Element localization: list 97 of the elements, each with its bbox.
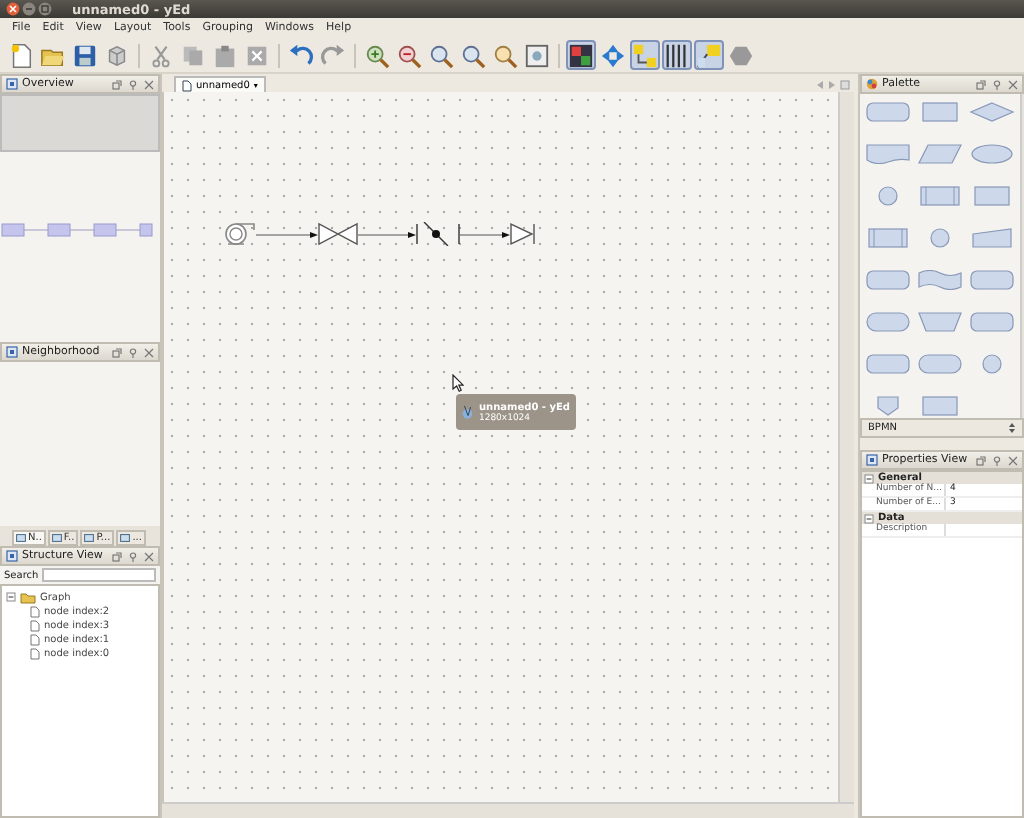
scissors-button[interactable] xyxy=(146,40,176,70)
palette-shape[interactable] xyxy=(866,312,910,332)
undo-icon xyxy=(288,41,314,69)
magnifier-button[interactable] xyxy=(490,40,520,70)
palette-shape[interactable] xyxy=(918,102,962,122)
palette-shape[interactable] xyxy=(866,144,910,164)
float-icon[interactable] xyxy=(112,347,122,357)
float-icon[interactable] xyxy=(976,79,986,89)
pin-icon[interactable] xyxy=(128,79,138,89)
nodes-button[interactable] xyxy=(630,40,660,70)
frame-icon xyxy=(524,41,550,69)
palette-shape[interactable] xyxy=(970,228,1014,248)
palette-shape[interactable] xyxy=(866,270,910,290)
redo-button[interactable] xyxy=(318,40,348,70)
palette-shape[interactable] xyxy=(918,270,962,290)
tab-list-icon[interactable] xyxy=(840,80,850,90)
palette-shape[interactable] xyxy=(970,144,1014,164)
palette-shape[interactable] xyxy=(918,186,962,206)
palette-shape[interactable] xyxy=(918,354,962,374)
search-field[interactable] xyxy=(42,568,156,582)
zoom-out-button[interactable] xyxy=(394,40,424,70)
pin-icon[interactable] xyxy=(128,347,138,357)
pump-symbol[interactable] xyxy=(224,222,256,246)
zoom-in-button[interactable] xyxy=(362,40,392,70)
bars-button[interactable] xyxy=(662,40,692,70)
valve-symbol[interactable] xyxy=(318,222,358,246)
collapse-icon[interactable] xyxy=(864,513,874,523)
hexagon-icon xyxy=(728,41,754,69)
tab-icon xyxy=(16,534,26,542)
left-arrow-icon[interactable] xyxy=(816,80,824,90)
bars-icon xyxy=(664,41,690,69)
collapse-icon[interactable] xyxy=(6,592,16,602)
magnifier-icon xyxy=(428,41,454,69)
palette-shape[interactable] xyxy=(970,312,1014,332)
panel-icon xyxy=(6,78,18,90)
tab-icon xyxy=(84,534,95,542)
panel-icon xyxy=(866,78,878,90)
palette-shape[interactable] xyxy=(918,312,962,332)
palette-shape[interactable] xyxy=(970,102,1014,122)
palette-shape[interactable] xyxy=(970,270,1014,290)
palette-shape[interactable] xyxy=(918,396,962,416)
grid-icon xyxy=(568,41,594,69)
pin-icon[interactable] xyxy=(992,455,1002,465)
clipboard-button[interactable] xyxy=(210,40,240,70)
folder-icon xyxy=(20,591,36,603)
document-icon xyxy=(182,79,192,91)
magnifier-button[interactable] xyxy=(458,40,488,70)
grid-button[interactable] xyxy=(566,40,596,70)
feather-icon xyxy=(462,400,473,424)
pin-icon[interactable] xyxy=(992,79,1002,89)
panel-icon xyxy=(6,346,18,358)
mouse-cursor-icon xyxy=(452,374,464,392)
palette-shape[interactable] xyxy=(866,102,910,122)
edge-arrow xyxy=(460,230,510,240)
palette-shape[interactable] xyxy=(918,144,962,164)
maximize-icon[interactable] xyxy=(38,2,52,16)
cube-icon xyxy=(104,41,130,69)
panel-icon xyxy=(6,550,18,562)
zoom-out-icon xyxy=(396,41,422,69)
diode-symbol[interactable] xyxy=(510,222,536,246)
clipboard-icon xyxy=(212,41,238,69)
undo-button[interactable] xyxy=(286,40,316,70)
redo-icon xyxy=(320,41,346,69)
check-valve-symbol[interactable] xyxy=(416,222,460,246)
horizontal-scrollbar[interactable] xyxy=(162,802,854,818)
float-icon[interactable] xyxy=(976,455,986,465)
vertical-scrollbar[interactable] xyxy=(838,92,854,802)
pin-icon[interactable] xyxy=(128,551,138,561)
float-icon[interactable] xyxy=(112,79,122,89)
edge-arrow xyxy=(358,230,416,240)
arrows-button[interactable] xyxy=(598,40,628,70)
float-icon[interactable] xyxy=(112,551,122,561)
palette-shape[interactable] xyxy=(970,186,1014,206)
new-file-button[interactable] xyxy=(6,40,36,70)
nodes-icon xyxy=(632,41,658,69)
save-button[interactable] xyxy=(70,40,100,70)
palette-shape[interactable] xyxy=(866,228,910,248)
tab-icon xyxy=(120,534,131,542)
save-icon xyxy=(72,41,98,69)
label-icon xyxy=(696,41,722,69)
magnifier-button[interactable] xyxy=(426,40,456,70)
magnifier-icon xyxy=(492,41,518,69)
edge-arrow xyxy=(256,230,318,240)
arrows-icon xyxy=(600,41,626,69)
panel-icon xyxy=(866,454,878,466)
tab-icon xyxy=(51,534,62,542)
copy-icon xyxy=(180,41,206,69)
magnifier-icon xyxy=(460,41,486,69)
palette-shape[interactable] xyxy=(866,354,910,374)
new-file-icon xyxy=(8,41,34,69)
scissors-icon xyxy=(148,41,174,69)
spinner-icon xyxy=(1008,422,1016,434)
right-arrow-icon[interactable] xyxy=(828,80,836,90)
frame-button[interactable] xyxy=(522,40,552,70)
zoom-in-icon xyxy=(364,41,390,69)
collapse-icon[interactable] xyxy=(864,473,874,483)
delete-icon xyxy=(244,41,270,69)
